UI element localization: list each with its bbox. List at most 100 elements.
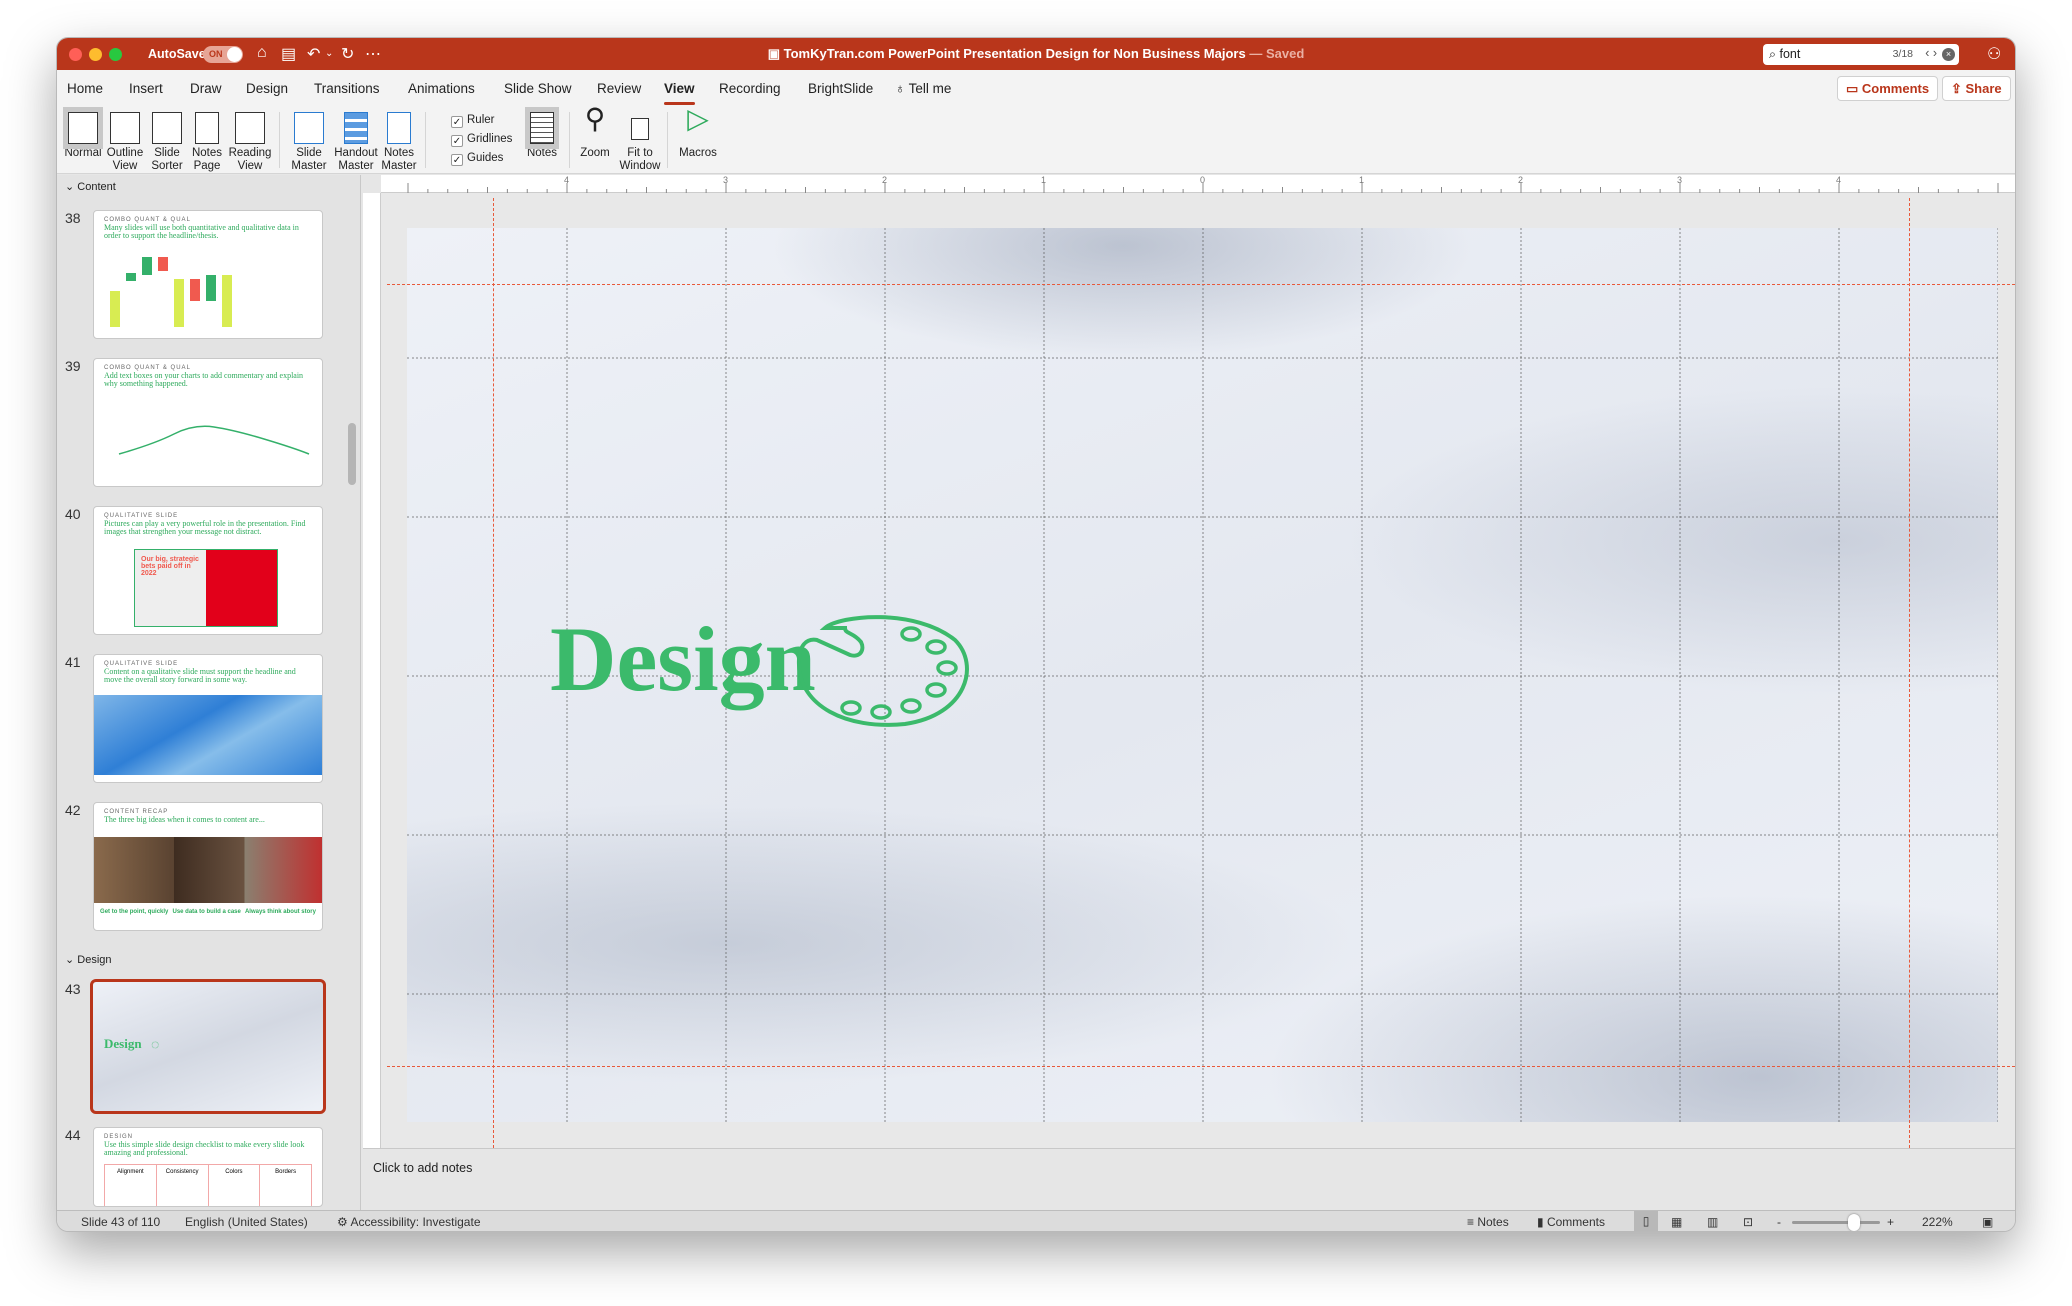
label: Notes	[383, 147, 415, 159]
search-input[interactable]: ⌕ font 3/18 ‹ › ×	[1763, 44, 1959, 65]
vertical-guide[interactable]	[1909, 198, 1910, 1148]
clear-search-icon[interactable]: ×	[1942, 48, 1955, 61]
label: Notes	[526, 147, 558, 159]
notes-icon: ≡	[1467, 1215, 1478, 1229]
gridlines-checkbox[interactable]: ✓ Gridlines	[451, 133, 512, 147]
title-text: TomKyTran.com PowerPoint Presentation De…	[783, 46, 1246, 61]
comments-status-button[interactable]: ▮ Comments	[1537, 1215, 1605, 1229]
zoom-level[interactable]: 222%	[1922, 1215, 1953, 1229]
zoom-in-icon[interactable]: +	[1887, 1215, 1894, 1229]
slide-thumbnail-44[interactable]: DESIGN Use this simple slide design chec…	[93, 1127, 323, 1207]
label: Zoom	[580, 147, 610, 159]
comments-button[interactable]: ▭ Comments	[1837, 76, 1939, 101]
line-chart	[118, 425, 310, 455]
slide-thumbnail-43-selected[interactable]: Design ◌	[90, 979, 326, 1114]
tab-home[interactable]: Home	[67, 81, 103, 96]
outline-view-icon	[110, 112, 140, 144]
title-bar: AutoSave ON ⌂ ▤ ↶ ⌄ ↻ ⋯ ▣ TomKyTran.com …	[57, 38, 2015, 70]
zoom-out-icon[interactable]: -	[1777, 1215, 1781, 1229]
share-button[interactable]: ⇪ Share	[1942, 76, 2011, 101]
slide-sorter-status-icon[interactable]: ▦	[1671, 1215, 1682, 1229]
label: Notes	[1477, 1215, 1509, 1229]
vertical-guide[interactable]	[493, 198, 494, 1148]
guides-checkbox[interactable]: ✓ Guides	[451, 152, 503, 166]
horizontal-guide[interactable]	[387, 284, 2015, 285]
tab-animations[interactable]: Animations	[408, 81, 475, 96]
slide-thumbnail-42[interactable]: CONTENT RECAP The three big ideas when i…	[93, 802, 323, 931]
tab-insert[interactable]: Insert	[129, 81, 163, 96]
label: Slide	[296, 147, 322, 159]
slide-thumbnail-41[interactable]: QUALITATIVE SLIDE Content on a qualitati…	[93, 654, 323, 783]
handout-master-icon	[344, 112, 368, 144]
notes-toggle-button[interactable]: Notes	[523, 112, 561, 160]
content-images	[94, 837, 322, 903]
slide-title[interactable]: Design	[550, 606, 816, 712]
tell-me[interactable]: ♁ Tell me	[895, 81, 951, 96]
slide-thumbnail-40[interactable]: QUALITATIVE SLIDE Pictures can play a ve…	[93, 506, 323, 635]
saved-status[interactable]: — Saved	[1249, 46, 1304, 61]
label: Page	[193, 160, 221, 172]
tab-draw[interactable]: Draw	[190, 81, 222, 96]
image-caption: Our big, strategic bets paid off in 2022	[141, 556, 199, 577]
tab-design[interactable]: Design	[246, 81, 288, 96]
tab-transitions[interactable]: Transitions	[314, 81, 380, 96]
tab-recording[interactable]: Recording	[719, 81, 781, 96]
tab-review[interactable]: Review	[597, 81, 641, 96]
fit-to-window-button[interactable]: Fit to Window	[617, 112, 663, 173]
slide-thumbnail-38[interactable]: COMBO QUANT & QUAL Many slides will use …	[93, 210, 323, 339]
slide-thumbnail-pane[interactable]: ⌄ Content 38 COMBO QUANT & QUAL Many sli…	[57, 175, 361, 1210]
notes-master-button[interactable]: Notes Master	[379, 112, 419, 173]
palette-icon: ◌	[151, 1036, 160, 1052]
notes-status-button[interactable]: ≡ Notes	[1467, 1215, 1509, 1229]
palette-icon[interactable]	[795, 610, 973, 734]
collaborate-icon[interactable]: ⚇	[1987, 44, 2001, 64]
slide-number: 40	[65, 506, 81, 522]
notes-placeholder[interactable]: Click to add notes	[373, 1161, 472, 1175]
zoom-slider[interactable]	[1792, 1214, 1880, 1231]
reading-view-status-icon[interactable]: ▥	[1707, 1215, 1718, 1229]
section-content[interactable]: ⌄ Content	[65, 180, 116, 193]
slideshow-status-icon[interactable]: ⊡	[1743, 1215, 1753, 1229]
horizontal-ruler[interactable]: 4 3 2 1 0 1 2 3 4	[381, 175, 2015, 193]
zoom-button[interactable]: ⚲ Zoom	[577, 105, 613, 160]
search-icon: ⌕	[1769, 47, 1777, 61]
fit-slide-icon[interactable]: ▣	[1982, 1215, 1993, 1229]
ruler-checkbox[interactable]: ✓ Ruler	[451, 114, 494, 128]
horizontal-guide[interactable]	[387, 1066, 2015, 1067]
label: Accessibility: Investigate	[350, 1215, 481, 1229]
section-design[interactable]: ⌄ Design	[65, 953, 112, 966]
tab-view-active[interactable]: View	[664, 81, 695, 105]
thumbnail-scrollbar[interactable]	[348, 423, 356, 485]
language-status[interactable]: English (United States)	[185, 1215, 308, 1229]
check-icon: ✓	[451, 116, 463, 128]
label: Macros	[679, 147, 717, 159]
tab-slide-show[interactable]: Slide Show	[504, 81, 572, 96]
outline-view-button[interactable]: Outline View	[105, 112, 145, 173]
search-prev-next-icon[interactable]: ‹ ›	[1925, 46, 1937, 60]
ruler-label: 3	[723, 175, 729, 185]
notes-page-button[interactable]: Notes Page	[187, 112, 227, 173]
handout-master-button[interactable]: Handout Master	[333, 112, 379, 173]
ribbon-tabs: Home Insert Draw Design Transitions Anim…	[57, 70, 2015, 106]
slide-master-button[interactable]: Slide Master	[289, 112, 329, 173]
current-slide[interactable]: Design	[407, 228, 1998, 1122]
slide-master-icon	[294, 112, 324, 144]
accessibility-status[interactable]: ⚙ Accessibility: Investigate	[337, 1215, 481, 1229]
vertical-ruler[interactable]	[363, 193, 381, 1148]
tab-brightslide[interactable]: BrightSlide	[808, 81, 873, 96]
slide-thumbnail-39[interactable]: COMBO QUANT & QUAL Add text boxes on you…	[93, 358, 323, 487]
check-icon: ✓	[451, 135, 463, 147]
lightbulb-icon: ♁	[895, 81, 909, 96]
normal-view-status-icon[interactable]: ▯	[1634, 1211, 1658, 1231]
zoom-slider-thumb[interactable]	[1848, 1214, 1860, 1231]
comments-label: Comments	[1861, 81, 1930, 96]
label: Window	[619, 160, 661, 172]
slide-sorter-button[interactable]: Slide Sorter	[147, 112, 187, 173]
notes-pane[interactable]: Click to add notes	[363, 1148, 2015, 1210]
normal-view-button[interactable]: Normal	[63, 112, 103, 160]
label: Sorter	[151, 160, 183, 172]
macros-button[interactable]: ▷ Macros	[675, 105, 721, 160]
ruler-label: 4	[564, 175, 570, 185]
reading-view-button[interactable]: Reading View	[227, 112, 273, 173]
ruler-label: 4	[1836, 175, 1842, 185]
